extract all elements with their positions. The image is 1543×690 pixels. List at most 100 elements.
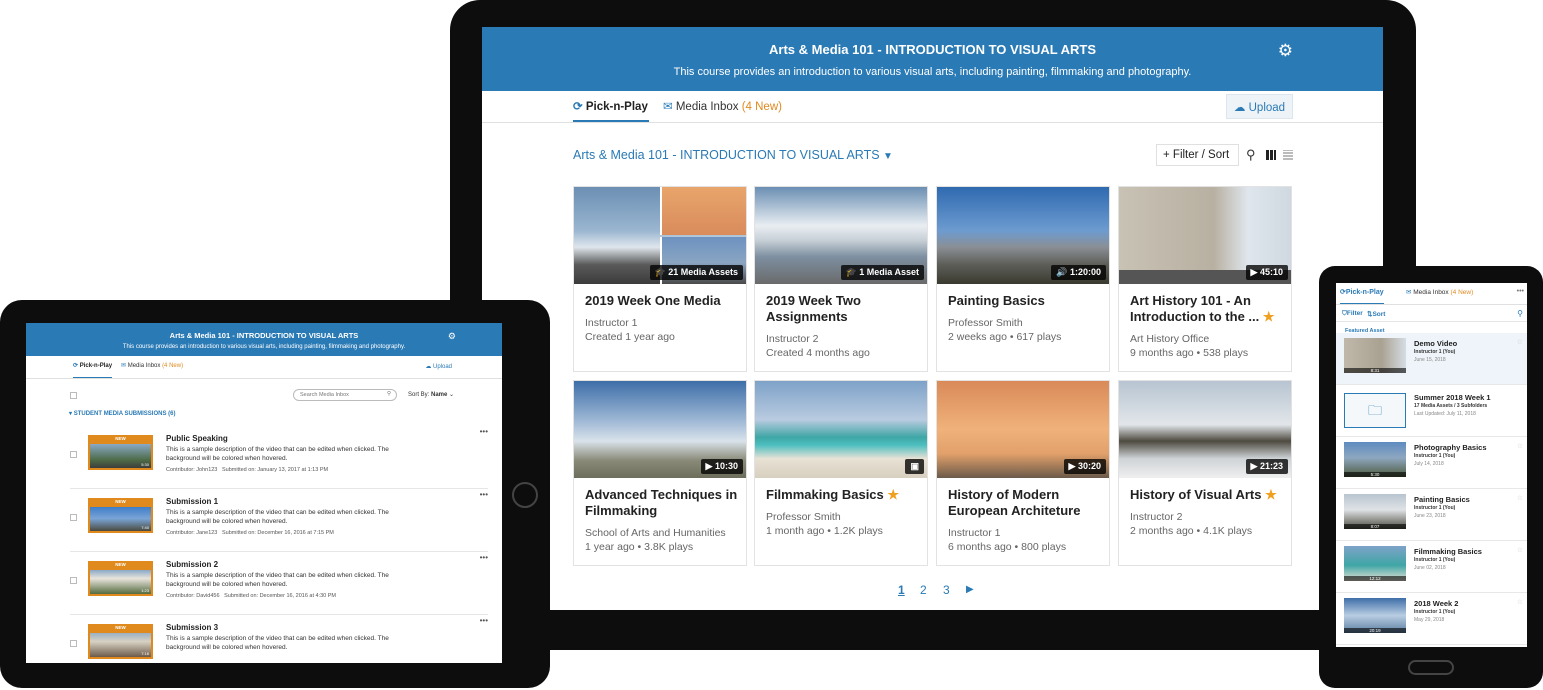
duration-badge: ▶ 45:10 bbox=[1245, 265, 1288, 280]
list-item[interactable]: NEW 7:40 Submission 1 This is a sample d… bbox=[70, 490, 488, 552]
page-2-link[interactable]: 2 bbox=[920, 583, 927, 597]
list-item[interactable]: 8:07 Painting Basics Instructor 1 (You) … bbox=[1336, 489, 1527, 541]
media-card[interactable]: ▶ 45:10 Art History 101 - An Introductio… bbox=[1118, 186, 1292, 372]
video-camera-icon: ▶ bbox=[1068, 461, 1076, 471]
item-title: Submission 3 bbox=[166, 623, 219, 632]
page-3-link[interactable]: 3 bbox=[943, 583, 950, 597]
item-description: This is a sample description of the vide… bbox=[166, 572, 389, 588]
tablet-screen: Arts & Media 101 - INTRODUCTION TO VISUA… bbox=[26, 323, 502, 663]
next-page-icon[interactable]: ▶ bbox=[966, 584, 974, 595]
cloud-upload-icon: ☁ bbox=[1233, 102, 1246, 114]
row-checkbox[interactable] bbox=[70, 577, 77, 584]
list-item[interactable]: 🗀 Summer 2018 Week 1 17 Media Assets / 3… bbox=[1336, 385, 1527, 437]
list-item[interactable]: 20:19 2018 Week 2 Instructor 1 (You) May… bbox=[1336, 593, 1527, 645]
pick-n-play-icon: ⟳ bbox=[73, 363, 79, 369]
card-title: Art History 101 - An Introduction to the… bbox=[1130, 293, 1283, 325]
card-owner: School of Arts and Humanities bbox=[585, 527, 726, 539]
new-badge: NEW bbox=[115, 562, 126, 567]
star-icon[interactable]: ☆ bbox=[1517, 546, 1523, 554]
settings-gear-icon[interactable]: ⚙ bbox=[448, 331, 456, 342]
card-title: 2019 Week Two Assignments bbox=[766, 293, 861, 324]
star-icon[interactable]: ☆ bbox=[1517, 598, 1523, 606]
star-icon[interactable]: ★ bbox=[1263, 309, 1275, 324]
list-item[interactable]: 8:31 Demo Video Instructor 1 (You) June … bbox=[1336, 333, 1527, 385]
tab-media-inbox[interactable]: ✉ Media Inbox (4 New) bbox=[663, 90, 782, 122]
media-card[interactable]: 🔊 1:20:00 Painting Basics Professor Smit… bbox=[936, 186, 1110, 372]
tab-media-inbox[interactable]: ✉ Media Inbox (4 New) bbox=[121, 355, 183, 378]
media-card[interactable]: ▶ 21:23 History of Visual Arts ★ Instruc… bbox=[1118, 380, 1292, 566]
search-icon[interactable]: ⚲ bbox=[1246, 147, 1256, 163]
badge-label: 30:20 bbox=[1077, 461, 1101, 471]
course-description: This course provides an introduction to … bbox=[673, 66, 1192, 78]
media-card[interactable]: 🎓 1 Media Asset 2019 Week Two Assignment… bbox=[754, 186, 928, 372]
sort-dropdown[interactable]: Sort By: Name ⌄ bbox=[408, 391, 454, 398]
list-item[interactable]: 12:12 Filmmaking Basics Instructor 1 (Yo… bbox=[1336, 541, 1527, 593]
item-title: Submission 1 bbox=[166, 497, 219, 506]
search-input[interactable]: Search Media Inbox ⚲ bbox=[293, 389, 397, 401]
course-dropdown[interactable]: Arts & Media 101 - INTRODUCTION TO VISUA… bbox=[573, 148, 893, 162]
list-item[interactable]: NEW 1:23 Submission 2 This is a sample d… bbox=[70, 553, 488, 615]
more-options-icon[interactable]: ••• bbox=[480, 427, 488, 436]
course-title: Arts & Media 101 - INTRODUCTION TO VISUA… bbox=[769, 42, 1096, 57]
search-icon[interactable]: ⚲ bbox=[1517, 309, 1523, 318]
row-checkbox[interactable] bbox=[70, 514, 77, 521]
list-view-icon[interactable] bbox=[1283, 150, 1293, 160]
upload-button[interactable]: ☁ Upload bbox=[425, 363, 452, 370]
row-checkbox[interactable] bbox=[70, 451, 77, 458]
tab-pick-n-play[interactable]: ⟳Pick-n-Play bbox=[1340, 283, 1384, 304]
video-camera-icon: ▶ bbox=[705, 461, 713, 471]
card-thumbnail: ▶ 30:20 bbox=[937, 381, 1109, 478]
duration-badge: 🔊 1:20:00 bbox=[1051, 265, 1106, 280]
card-title: History of Visual Arts ★ bbox=[1130, 487, 1283, 503]
item-date: June 15, 2018 bbox=[1414, 357, 1446, 363]
phone-home-button[interactable] bbox=[1408, 660, 1454, 675]
list-item[interactable]: NEW 5:30 Public Speaking This is a sampl… bbox=[70, 427, 488, 489]
filter-button[interactable]: ⛉Filter bbox=[1342, 310, 1363, 318]
media-card[interactable]: ▶ 10:30 Advanced Techniques in Filmmakin… bbox=[573, 380, 747, 566]
more-options-icon[interactable]: ••• bbox=[1517, 288, 1524, 295]
star-icon[interactable]: ☆ bbox=[1517, 494, 1523, 502]
section-label: STUDENT MEDIA SUBMISSIONS (6) bbox=[73, 411, 176, 417]
folder-icon: 🗀 bbox=[1368, 402, 1382, 418]
page-1-link[interactable]: 1 bbox=[898, 583, 905, 597]
tab-bar: ⟳ Pick-n-Play ✉ Media Inbox (4 New) ☁ Up… bbox=[482, 91, 1383, 123]
row-checkbox[interactable] bbox=[70, 640, 77, 647]
list-item[interactable]: NEW 7:16 Submission 3 This is a sample d… bbox=[70, 616, 488, 663]
select-all-checkbox[interactable] bbox=[70, 392, 77, 399]
tab-media-inbox[interactable]: ✉ Media Inbox (4 New) bbox=[1406, 283, 1473, 304]
search-placeholder: Search Media Inbox bbox=[300, 392, 349, 398]
row-thumbnail: 8:31 bbox=[1344, 338, 1406, 373]
card-meta: 9 months ago • 538 plays bbox=[1130, 347, 1249, 359]
card-owner: Professor Smith bbox=[766, 511, 841, 523]
duration-label: 7:40 bbox=[141, 525, 149, 530]
settings-gear-icon[interactable]: ⚙ bbox=[1278, 41, 1293, 61]
media-card[interactable]: ▶ 30:20 History of Modern European Archi… bbox=[936, 380, 1110, 566]
item-title: Demo Video bbox=[1414, 339, 1458, 348]
tablet-home-button[interactable] bbox=[512, 482, 538, 508]
media-card[interactable]: ▣ Filmmaking Basics ★ Professor Smith 1 … bbox=[754, 380, 928, 566]
monitor-screen: Arts & Media 101 - INTRODUCTION TO VISUA… bbox=[482, 27, 1383, 610]
card-title: 2019 Week One Media bbox=[585, 293, 721, 308]
section-toggle[interactable]: ▾ STUDENT MEDIA SUBMISSIONS (6) bbox=[69, 410, 175, 417]
more-options-icon[interactable]: ••• bbox=[480, 553, 488, 562]
filter-sort-label: Filter / Sort bbox=[1172, 149, 1230, 161]
tab-pick-n-play[interactable]: ⟳ Pick-n-Play bbox=[73, 355, 113, 378]
star-icon[interactable]: ☆ bbox=[1517, 338, 1523, 346]
star-icon[interactable]: ☆ bbox=[1517, 442, 1523, 450]
more-options-icon[interactable]: ••• bbox=[480, 490, 488, 499]
more-options-icon[interactable]: ••• bbox=[480, 616, 488, 625]
star-icon[interactable]: ★ bbox=[1265, 487, 1277, 502]
submitted-on: Submitted on: January 13, 2017 at 1:13 P… bbox=[221, 467, 329, 473]
sort-button[interactable]: ⇅Sort bbox=[1367, 310, 1385, 318]
contributor: Contributor: David456 bbox=[166, 593, 220, 599]
list-item[interactable]: 5:30 Photography Basics Instructor 1 (Yo… bbox=[1336, 437, 1527, 489]
row-thumbnail: NEW 7:40 bbox=[88, 498, 153, 533]
chevron-down-icon: ⌄ bbox=[449, 392, 455, 398]
tab-pick-n-play[interactable]: ⟳ Pick-n-Play bbox=[573, 90, 649, 122]
star-icon[interactable]: ★ bbox=[887, 487, 899, 502]
media-card[interactable]: 🎓 21 Media Assets 2019 Week One Media In… bbox=[573, 186, 747, 372]
upload-button[interactable]: ☁ Upload bbox=[1226, 94, 1293, 119]
grid-view-icon[interactable] bbox=[1266, 150, 1276, 160]
plus-icon: + bbox=[1163, 149, 1170, 161]
filter-sort-button[interactable]: + Filter / Sort bbox=[1156, 144, 1239, 166]
